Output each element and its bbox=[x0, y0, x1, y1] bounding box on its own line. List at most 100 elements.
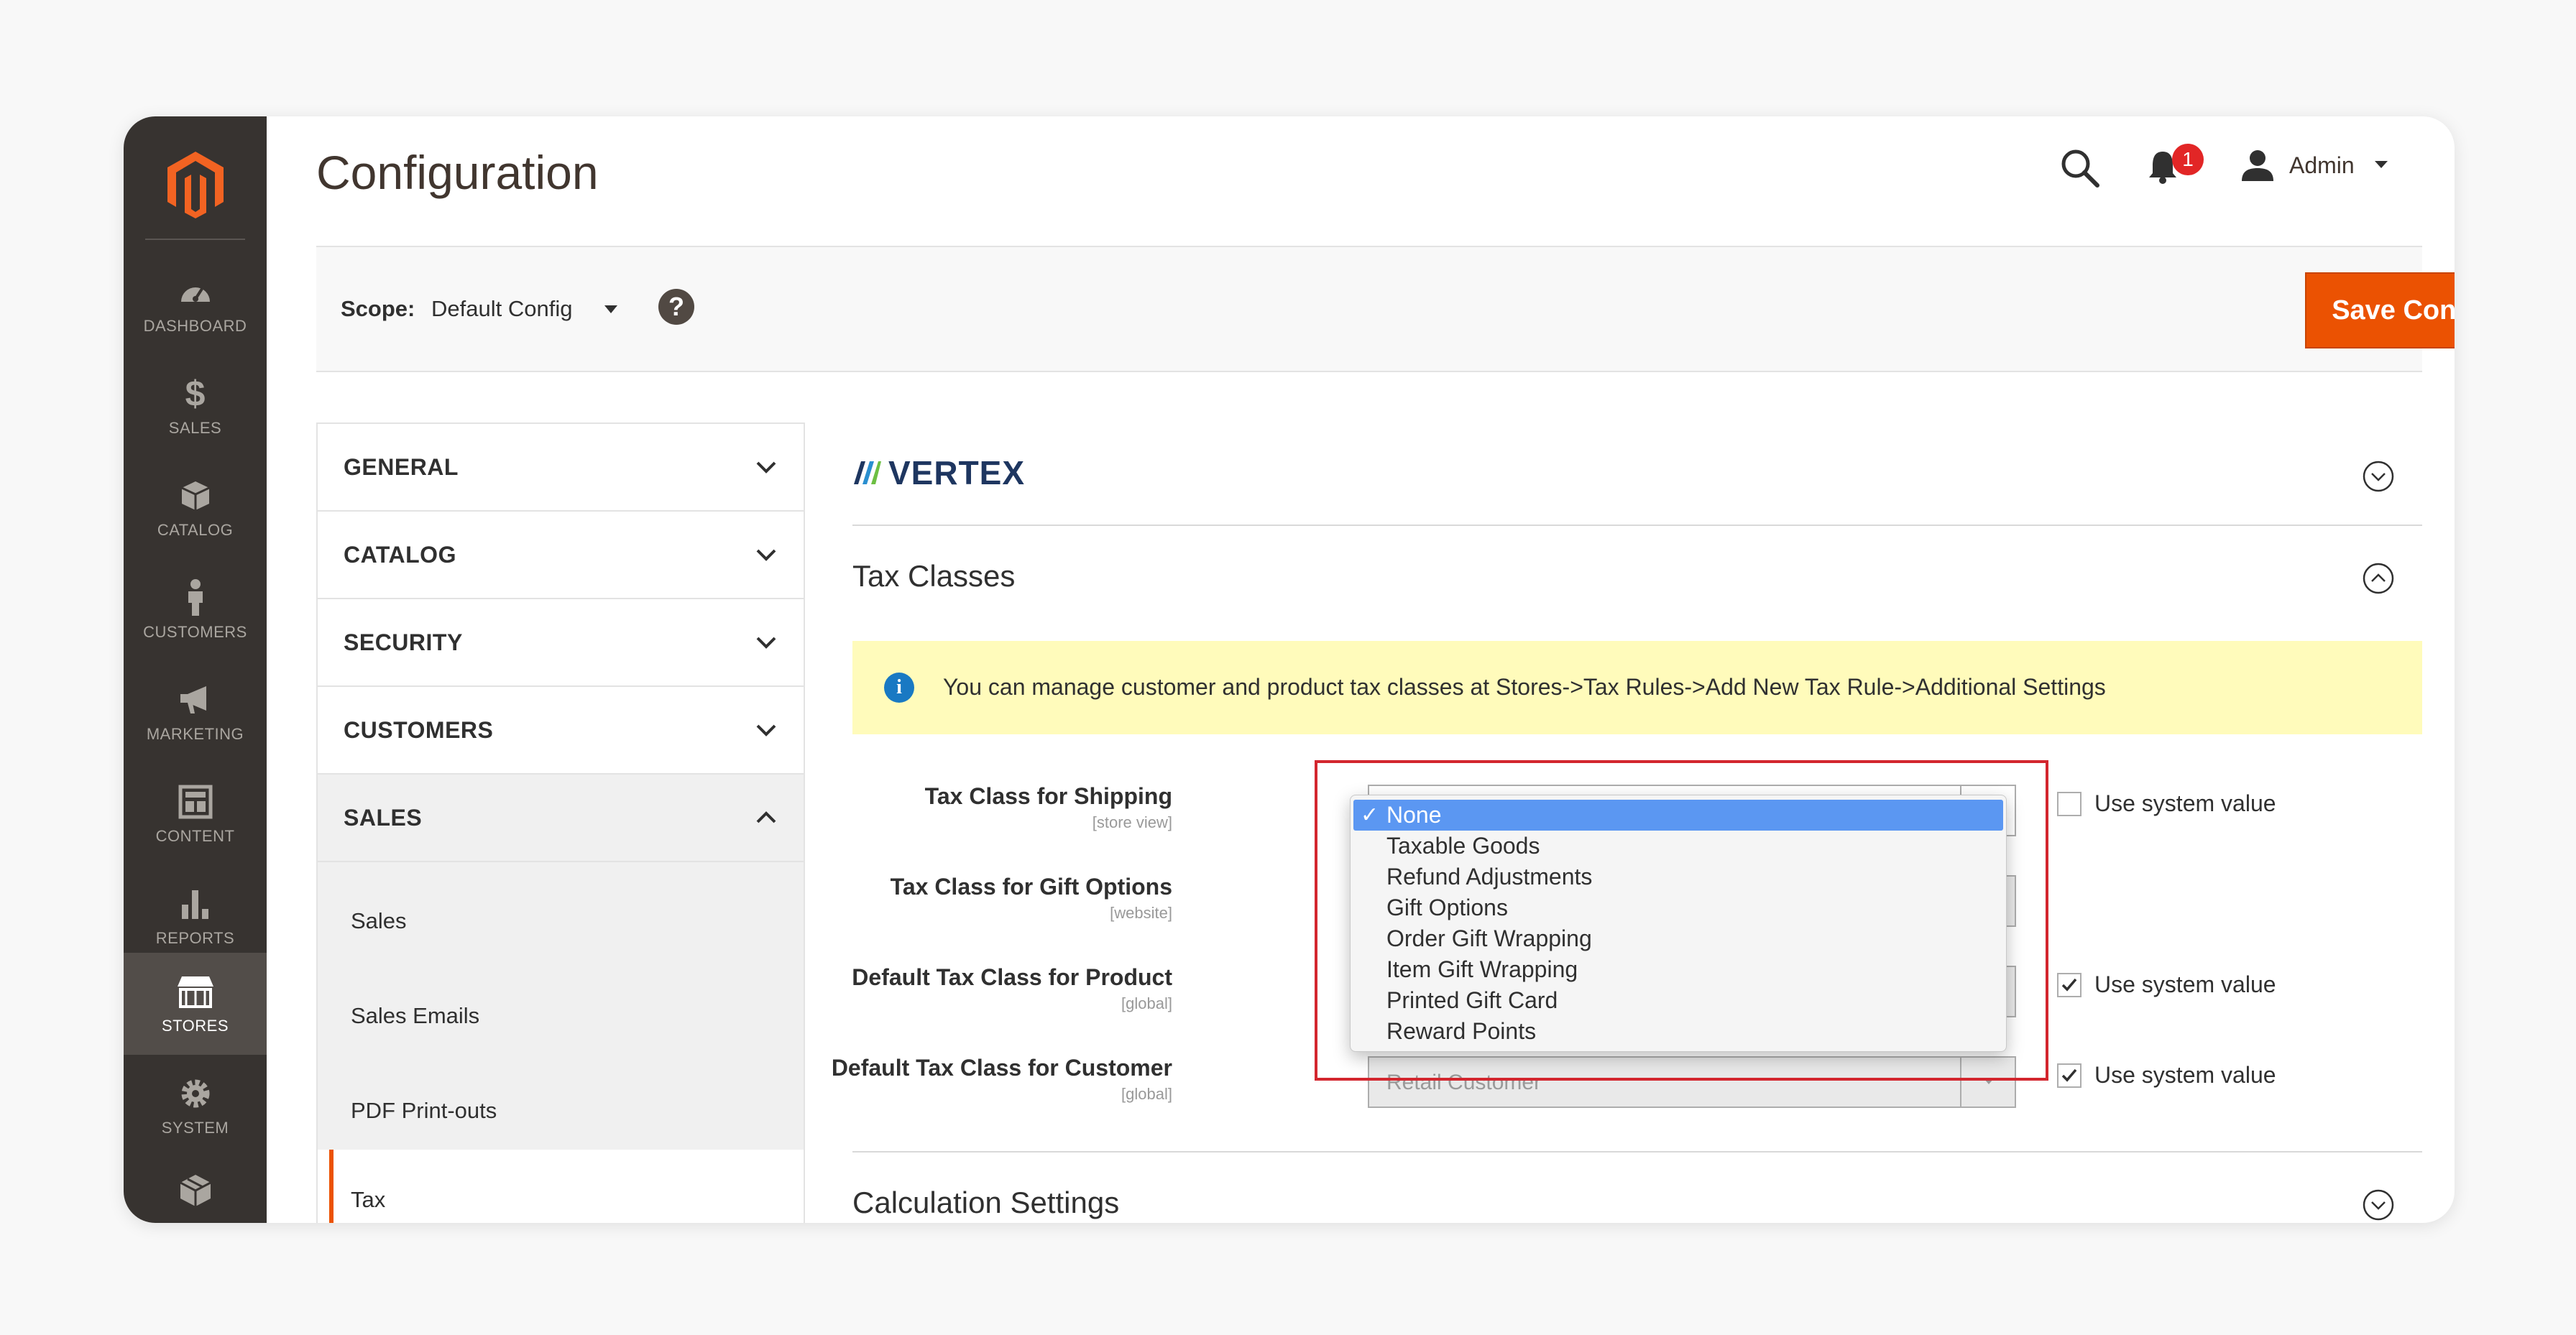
sidebar-item-label: DASHBOARD bbox=[143, 317, 247, 335]
section-title-calculation-settings[interactable]: Calculation Settings bbox=[852, 1186, 1119, 1220]
sidebar-item-label: MARKETING bbox=[146, 725, 244, 743]
config-subsection-sales-emails[interactable]: Sales Emails bbox=[351, 1003, 479, 1029]
config-subsection-pdf-printouts[interactable]: PDF Print-outs bbox=[351, 1098, 497, 1124]
dropdown-option[interactable]: Printed Gift Card bbox=[1351, 985, 2006, 1016]
option-label: None bbox=[1386, 802, 1442, 828]
config-sections-nav: GENERAL CATALOG SECURITY CUSTOMERS SALES… bbox=[316, 422, 805, 1223]
sidebar-item-label: REPORTS bbox=[155, 929, 235, 947]
option-label: Taxable Goods bbox=[1386, 833, 1540, 859]
dropdown-option[interactable]: Reward Points bbox=[1351, 1016, 2006, 1047]
chevron-down-icon[interactable] bbox=[604, 305, 618, 315]
sidebar-item-customers[interactable]: CUSTOMERS bbox=[124, 559, 267, 661]
config-section-sales[interactable]: SALES bbox=[318, 775, 804, 862]
scope-switcher[interactable]: Default Config bbox=[431, 296, 572, 322]
dropdown-option[interactable]: Item Gift Wrapping bbox=[1351, 954, 2006, 985]
info-icon: i bbox=[884, 673, 914, 703]
sidebar-item-system[interactable]: SYSTEM bbox=[124, 1055, 267, 1157]
dashboard-icon bbox=[176, 272, 215, 311]
config-section-label: CUSTOMERS bbox=[344, 717, 494, 743]
sidebar-item-label: CUSTOMERS bbox=[143, 623, 247, 641]
scope-label: Scope: bbox=[341, 296, 415, 321]
sidebar-item-label: CONTENT bbox=[155, 827, 235, 845]
sidebar-item-reports[interactable]: REPORTS bbox=[124, 865, 267, 967]
sidebar-item-marketing[interactable]: MARKETING bbox=[124, 661, 267, 763]
sidebar-item-catalog[interactable]: CATALOG bbox=[124, 457, 267, 559]
layout-icon bbox=[176, 782, 215, 821]
checkmark-icon bbox=[2061, 978, 2077, 992]
tax-class-dropdown-list[interactable]: ✓ None Taxable Goods Refund Adjustments … bbox=[1350, 795, 2007, 1052]
sidebar-item-stores[interactable]: STORES bbox=[124, 953, 267, 1055]
store-icon bbox=[176, 972, 215, 1011]
gear-icon bbox=[176, 1074, 215, 1113]
config-section-catalog[interactable]: CATALOG bbox=[318, 512, 804, 599]
use-system-value-shipping[interactable]: Use system value bbox=[2057, 790, 2276, 817]
sidebar-item-dashboard[interactable]: DASHBOARD bbox=[124, 253, 267, 355]
user-menu-name[interactable]: Admin bbox=[2289, 152, 2355, 179]
config-section-general[interactable]: GENERAL bbox=[318, 424, 804, 512]
dropdown-option[interactable]: ✓ None bbox=[1353, 800, 2003, 831]
config-section-label: GENERAL bbox=[344, 454, 459, 480]
field-scope-product: [global] bbox=[1121, 994, 1172, 1012]
checkbox-label: Use system value bbox=[2094, 1062, 2276, 1088]
collapse-circle-icon[interactable] bbox=[2362, 562, 2395, 595]
sidebar-divider bbox=[145, 239, 245, 240]
config-section-label: SECURITY bbox=[344, 629, 463, 655]
use-system-value-product[interactable]: Use system value bbox=[2057, 971, 2276, 998]
config-subsection-sales[interactable]: Sales bbox=[351, 908, 407, 934]
sidebar-item-extensions[interactable] bbox=[124, 1157, 267, 1223]
checkbox[interactable] bbox=[2057, 791, 2082, 816]
checkbox[interactable] bbox=[2057, 1063, 2082, 1088]
dropdown-option[interactable]: Refund Adjustments bbox=[1351, 861, 2006, 892]
config-subsection-tax-row[interactable]: Tax bbox=[318, 1150, 804, 1223]
chevron-down-icon bbox=[756, 549, 776, 561]
chevron-down-icon bbox=[756, 724, 776, 736]
checkbox-label: Use system value bbox=[2094, 971, 2276, 997]
dropdown-option[interactable]: Taxable Goods bbox=[1351, 831, 2006, 861]
expand-circle-icon[interactable] bbox=[2362, 460, 2395, 493]
chevron-down-icon[interactable] bbox=[2373, 160, 2389, 175]
sidebar-item-sales[interactable]: $ SALES bbox=[124, 355, 267, 457]
config-section-customers[interactable]: CUSTOMERS bbox=[318, 687, 804, 775]
scope-bar: Scope: Default Config ? Save Config bbox=[316, 246, 2455, 372]
vertex-logo[interactable]: VERTEX bbox=[852, 451, 1025, 494]
expand-circle-icon[interactable] bbox=[2362, 1188, 2395, 1221]
search-icon[interactable] bbox=[2058, 147, 2102, 190]
config-subsection-tax[interactable]: Tax bbox=[351, 1187, 385, 1213]
chevron-down-icon bbox=[756, 461, 776, 474]
chevron-up-icon bbox=[756, 811, 776, 823]
sidebar-item-content[interactable]: CONTENT bbox=[124, 763, 267, 865]
user-icon[interactable] bbox=[2240, 148, 2280, 188]
use-system-value-customer[interactable]: Use system value bbox=[2057, 1062, 2276, 1089]
dropdown-option[interactable]: Gift Options bbox=[1351, 892, 2006, 923]
magento-logo[interactable] bbox=[124, 138, 267, 231]
field-label-product: Default Tax Class for Product bbox=[852, 964, 1172, 990]
page-title: Configuration bbox=[316, 146, 599, 199]
sidebar-item-label: SALES bbox=[168, 419, 222, 437]
admin-sidebar: DASHBOARD $ SALES CATALOG CUSTOMERS MARK… bbox=[124, 116, 267, 1223]
sidebar-item-label: STORES bbox=[161, 1017, 229, 1035]
help-icon[interactable]: ? bbox=[658, 289, 694, 325]
checkmark-icon bbox=[2061, 1068, 2077, 1082]
cube-icon bbox=[176, 1171, 215, 1210]
option-label: Order Gift Wrapping bbox=[1386, 925, 1592, 951]
save-config-button[interactable]: Save Config bbox=[2305, 272, 2455, 348]
info-notice: i You can manage customer and product ta… bbox=[852, 641, 2422, 734]
checkbox-label: Use system value bbox=[2094, 790, 2276, 816]
vertex-wordmark: VERTEX bbox=[888, 454, 1026, 491]
field-scope-shipping: [store view] bbox=[1092, 813, 1172, 831]
notice-text: You can manage customer and product tax … bbox=[943, 674, 2106, 700]
bar-chart-icon bbox=[176, 884, 215, 923]
dropdown-option[interactable]: Order Gift Wrapping bbox=[1351, 923, 2006, 954]
notification-badge[interactable]: 1 bbox=[2172, 144, 2204, 175]
section-title-tax-classes[interactable]: Tax Classes bbox=[852, 559, 1015, 593]
field-label-gift-options: Tax Class for Gift Options bbox=[890, 874, 1172, 900]
config-section-security[interactable]: SECURITY bbox=[318, 599, 804, 687]
field-scope-gift-options: [website] bbox=[1110, 904, 1172, 922]
sidebar-item-label: CATALOG bbox=[157, 521, 234, 539]
option-label: Item Gift Wrapping bbox=[1386, 956, 1578, 982]
megaphone-icon bbox=[176, 680, 215, 719]
field-scope-customer: [global] bbox=[1121, 1085, 1172, 1103]
checkbox[interactable] bbox=[2057, 972, 2082, 997]
active-indicator bbox=[329, 1150, 334, 1223]
box-icon bbox=[176, 476, 215, 515]
